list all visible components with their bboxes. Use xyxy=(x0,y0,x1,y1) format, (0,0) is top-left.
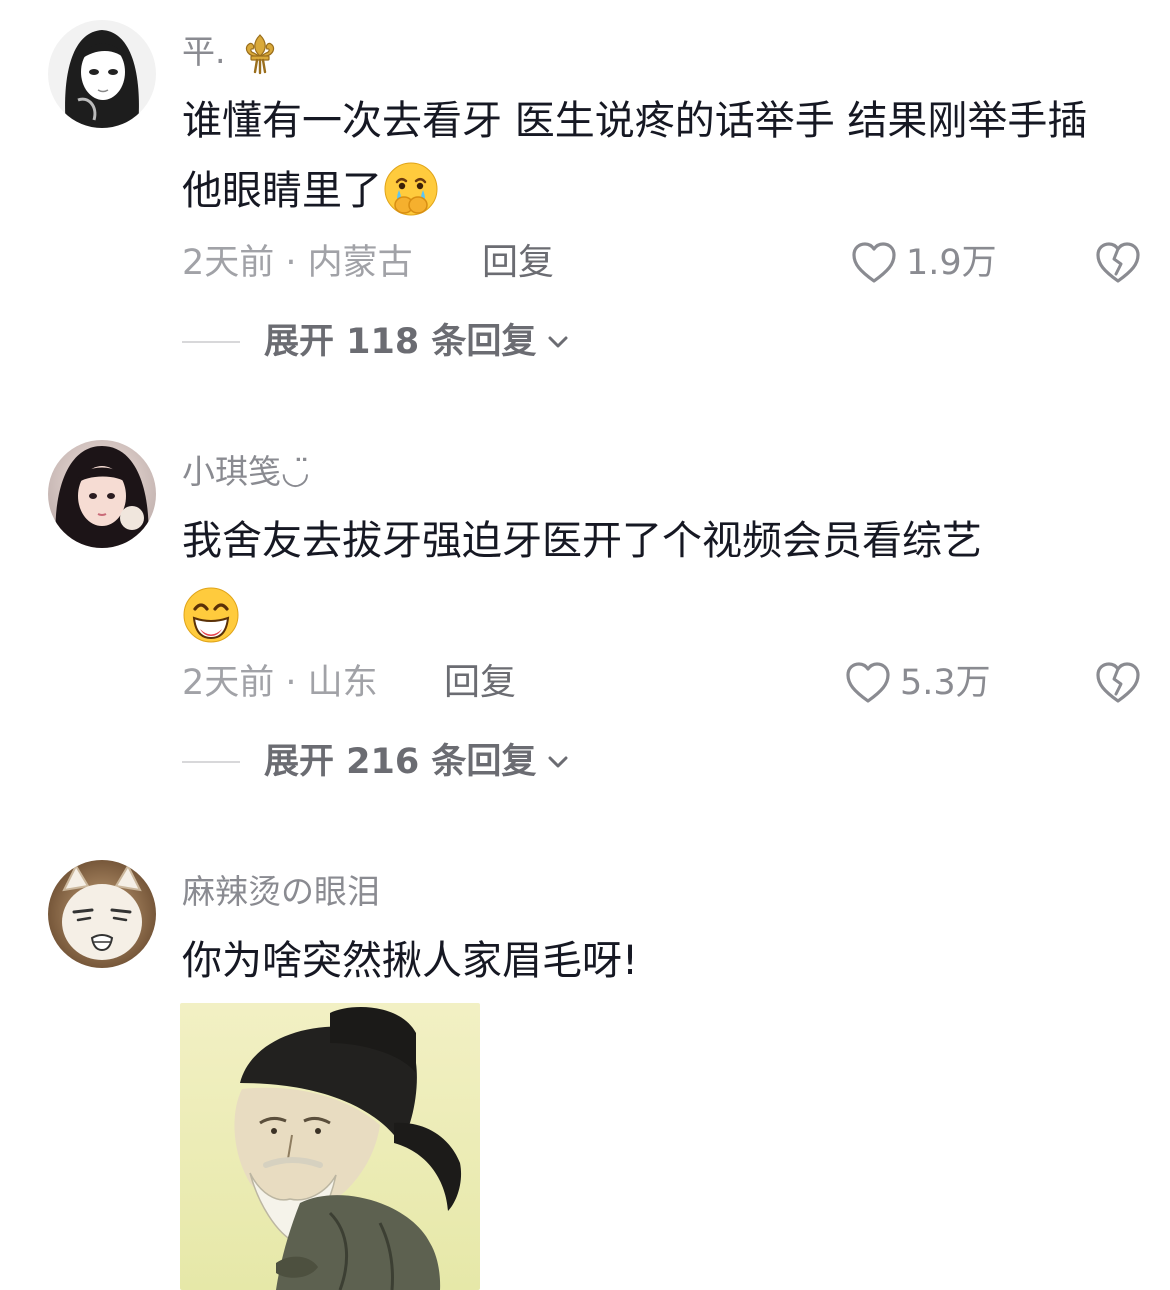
heart-icon xyxy=(846,662,890,703)
broken-heart-icon xyxy=(1096,662,1140,703)
username[interactable]: 小琪笺◡̈ xyxy=(182,450,310,494)
time-location: 2天前 · 山东 xyxy=(182,663,378,703)
time-location: 2天前 · 内蒙古 xyxy=(182,243,413,283)
comment-text: 谁懂有一次去看牙 医生说疼的话举手 结果刚举手插他眼睛里了 xyxy=(182,86,1102,226)
sticker-image xyxy=(180,1003,480,1290)
avatar-girl-photo-image xyxy=(48,440,156,548)
expand-replies-label: 展开 118 条回复 xyxy=(264,322,537,362)
comment-text: 我舍友去拔牙强迫牙医开了个视频会员看综艺 xyxy=(182,506,1102,646)
fleur-de-lis-icon xyxy=(238,32,282,76)
user-avatar[interactable] xyxy=(48,860,156,968)
chevron-down-icon xyxy=(548,756,568,768)
comment-meta: 2天前 · 内蒙古 回复 1.9万 xyxy=(182,238,1142,288)
user-avatar[interactable] xyxy=(48,20,156,128)
like-button[interactable]: 1.9万 xyxy=(850,238,997,288)
heart-icon xyxy=(852,242,896,283)
reply-button[interactable]: 回复 xyxy=(444,658,516,708)
username[interactable]: 平. xyxy=(182,30,282,76)
comment-meta: 2天前 · 山东 回复 5.3万 xyxy=(182,658,1142,708)
username[interactable]: 麻辣烫の眼泪 xyxy=(182,870,380,914)
crying-covering-mouth-emoji xyxy=(382,160,440,218)
like-button[interactable]: 5.3万 xyxy=(844,658,991,708)
chevron-down-icon xyxy=(548,336,568,348)
expand-replies-button[interactable]: 展开 118 条回复 xyxy=(182,317,572,367)
comment-item: 麻辣烫の眼泪 你为啥突然揪人家眉毛呀! xyxy=(0,860,1170,1290)
divider-line xyxy=(182,341,240,343)
expand-replies-button[interactable]: 展开 216 条回复 xyxy=(182,737,572,787)
comment-text: 你为啥突然揪人家眉毛呀! xyxy=(182,938,639,984)
broken-heart-icon xyxy=(1096,242,1140,283)
expand-replies-label: 展开 216 条回复 xyxy=(264,742,537,782)
user-avatar[interactable] xyxy=(48,440,156,548)
avatar-cartoon-cat-image xyxy=(48,860,156,968)
grinning-squinting-emoji xyxy=(182,586,240,644)
divider-line xyxy=(182,761,240,763)
comment-item: 平. 谁懂有一次去看牙 医生说疼的话举手 结果刚举手插他眼睛里了 2天前 · 内… xyxy=(0,20,1170,380)
comment-item: 小琪笺◡̈ 我舍友去拔牙强迫牙医开了个视频会员看综艺 2天前 · 山东 回复 5… xyxy=(0,440,1170,800)
avatar-anime-girl-image xyxy=(48,20,156,128)
ancient-scholar-sticker[interactable] xyxy=(180,1003,480,1290)
dislike-button[interactable] xyxy=(1094,660,1142,706)
like-count: 5.3万 xyxy=(900,663,991,703)
reply-button[interactable]: 回复 xyxy=(482,238,554,288)
like-count: 1.9万 xyxy=(906,243,997,283)
dislike-button[interactable] xyxy=(1094,240,1142,286)
